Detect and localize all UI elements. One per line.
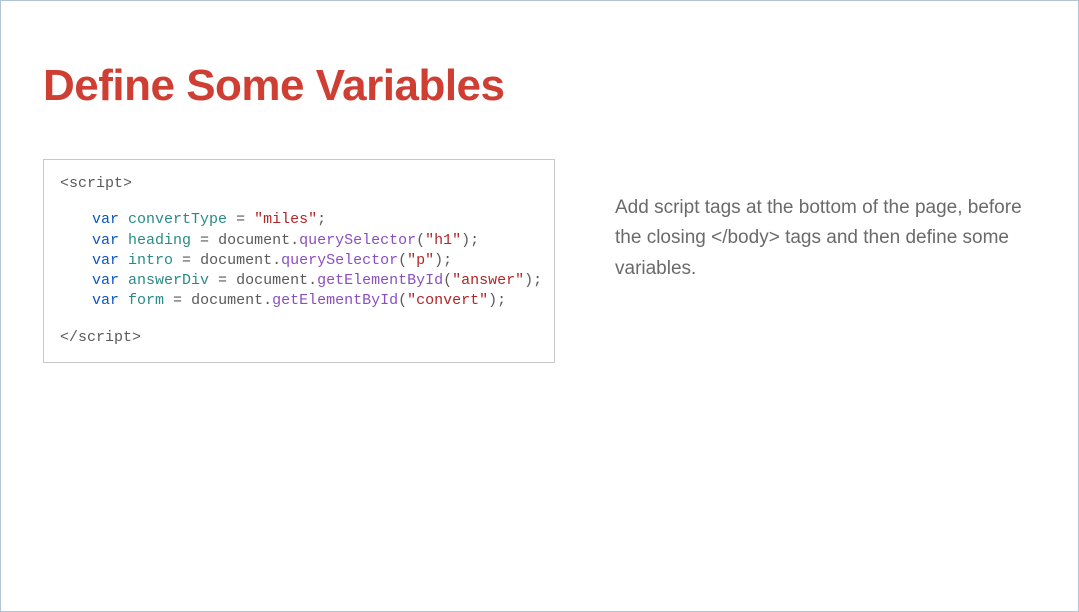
slide: Define Some Variables <script> var conve…	[1, 1, 1078, 363]
code-line-1: var convertType = "miles";	[60, 210, 538, 230]
code-script-close: </script>	[60, 328, 538, 348]
code-block: <script> var convertType = "miles"; var …	[43, 159, 555, 363]
content-row: <script> var convertType = "miles"; var …	[43, 159, 1036, 363]
code-line-2: var heading = document.querySelector("h1…	[60, 231, 538, 251]
slide-title: Define Some Variables	[43, 61, 1036, 111]
code-line-5: var form = document.getElementById("conv…	[60, 291, 538, 311]
code-line-3: var intro = document.querySelector("p");	[60, 251, 538, 271]
description-text: Add script tags at the bottom of the pag…	[615, 159, 1035, 284]
code-line-4: var answerDiv = document.getElementById(…	[60, 271, 538, 291]
code-script-open: <script>	[60, 174, 538, 194]
